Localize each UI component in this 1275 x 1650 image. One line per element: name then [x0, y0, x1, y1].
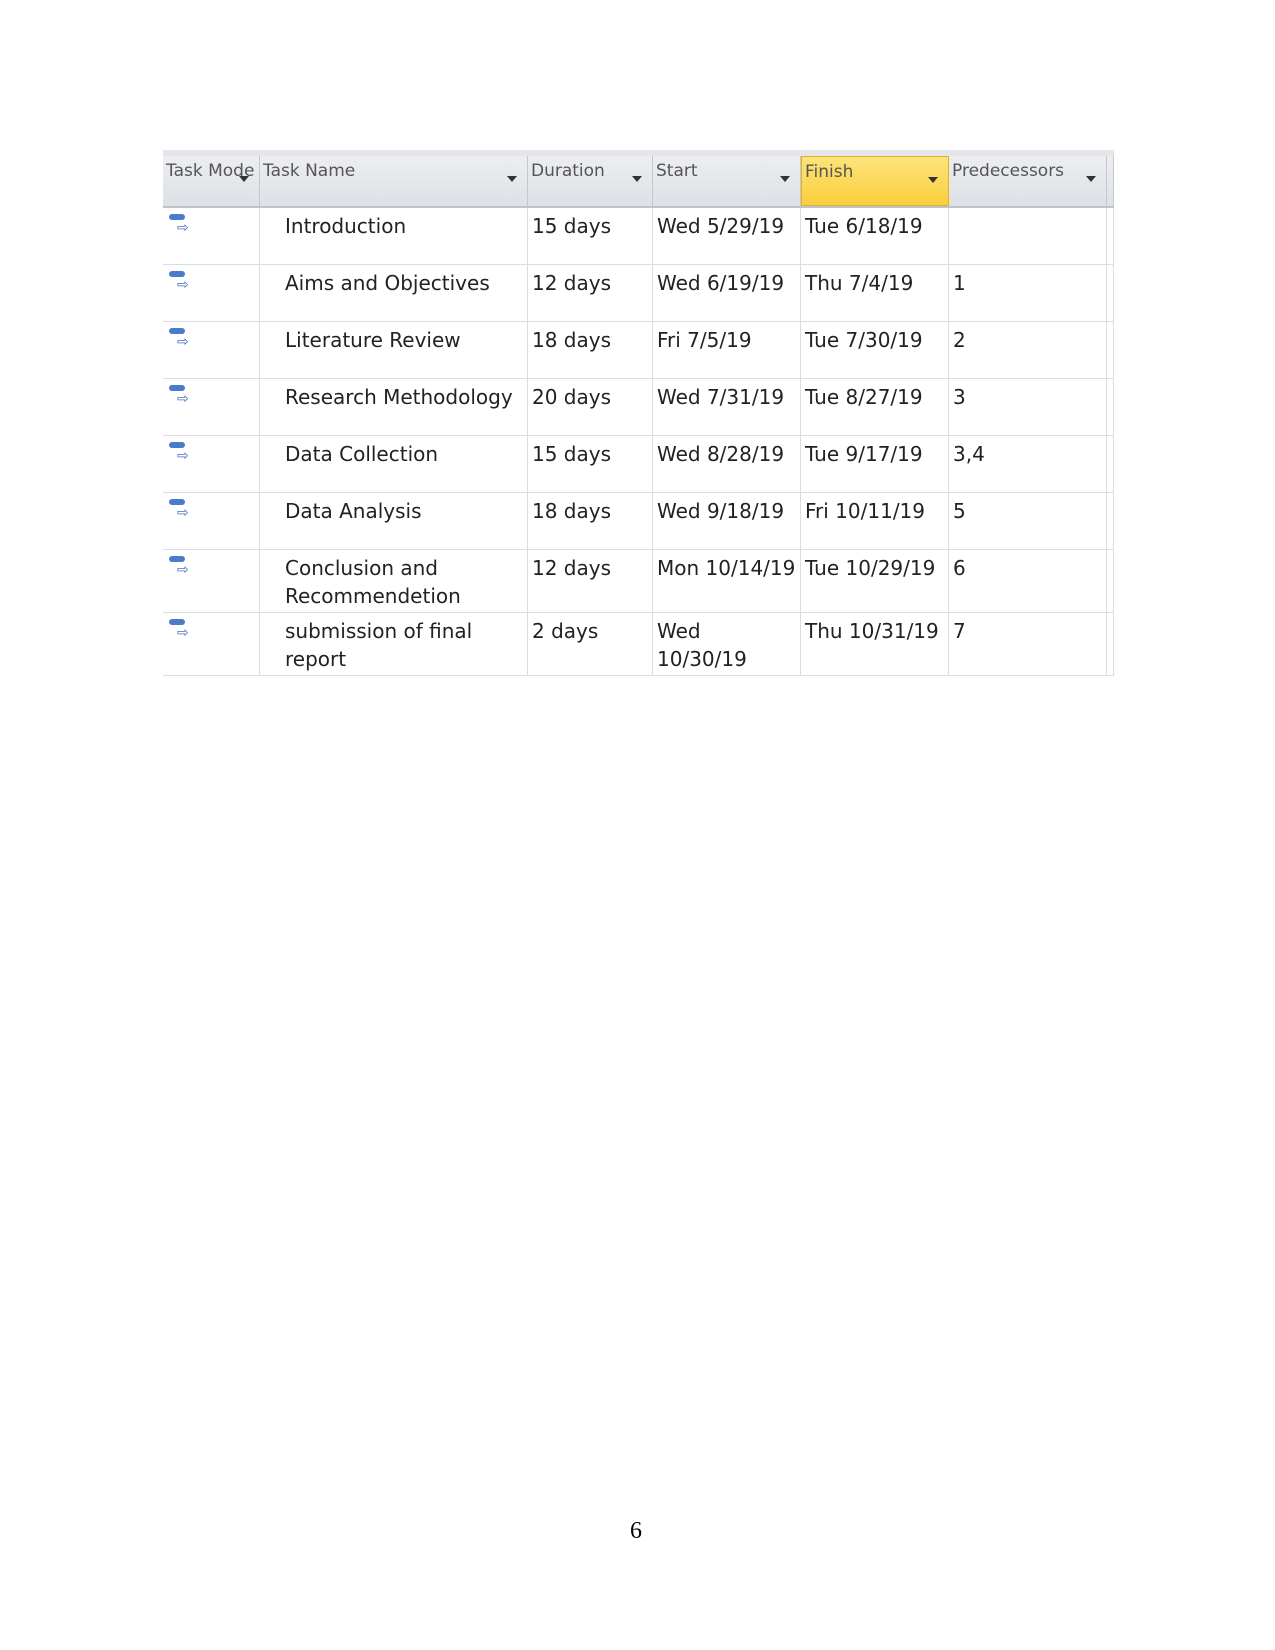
- duration-cell[interactable]: 12 days: [528, 550, 653, 612]
- header-task-name[interactable]: Task Name: [260, 156, 528, 206]
- header-label: Finish: [805, 162, 854, 182]
- header-start[interactable]: Start: [653, 156, 801, 206]
- table-row[interactable]: ⇨ submission of final report 2 days Wed …: [163, 613, 1114, 676]
- auto-scheduled-task-icon: ⇨: [167, 269, 191, 293]
- table-row[interactable]: ⇨ Literature Review 18 days Fri 7/5/19 T…: [163, 322, 1114, 379]
- header-label: Start: [656, 161, 698, 181]
- table-row[interactable]: ⇨ Conclusion and Recommendetion 12 days …: [163, 550, 1114, 613]
- predecessors-cell[interactable]: 3,4: [949, 436, 1107, 492]
- next-column-cell: [1107, 613, 1114, 675]
- header-task-mode[interactable]: Task Mode: [163, 156, 260, 206]
- next-column-cell: [1107, 436, 1114, 492]
- task-name-cell[interactable]: Introduction: [260, 208, 528, 264]
- header-finish[interactable]: Finish: [801, 156, 949, 206]
- duration-cell[interactable]: 12 days: [528, 265, 653, 321]
- table-row[interactable]: ⇨ Data Analysis 18 days Wed 9/18/19 Fri …: [163, 493, 1114, 550]
- auto-scheduled-task-icon: ⇨: [167, 554, 191, 578]
- header-next-column[interactable]: [1107, 156, 1114, 206]
- task-mode-cell[interactable]: ⇨: [163, 550, 260, 612]
- task-name-cell[interactable]: Literature Review: [260, 322, 528, 378]
- table-row[interactable]: ⇨ Research Methodology 20 days Wed 7/31/…: [163, 379, 1114, 436]
- predecessors-cell[interactable]: [949, 208, 1107, 264]
- predecessors-cell[interactable]: 7: [949, 613, 1107, 675]
- predecessors-cell[interactable]: 6: [949, 550, 1107, 612]
- next-column-cell: [1107, 493, 1114, 549]
- page-number: 6: [630, 1518, 642, 1544]
- next-column-cell: [1107, 208, 1114, 264]
- task-name-cell[interactable]: Data Analysis: [260, 493, 528, 549]
- predecessors-cell[interactable]: 5: [949, 493, 1107, 549]
- task-name-cell[interactable]: Data Collection: [260, 436, 528, 492]
- table-row[interactable]: ⇨ Data Collection 15 days Wed 8/28/19 Tu…: [163, 436, 1114, 493]
- predecessors-cell[interactable]: 1: [949, 265, 1107, 321]
- task-mode-cell[interactable]: ⇨: [163, 493, 260, 549]
- dropdown-arrow-icon[interactable]: [632, 176, 642, 182]
- header-label: Task Name: [263, 161, 356, 181]
- task-mode-cell[interactable]: ⇨: [163, 613, 260, 675]
- predecessors-cell[interactable]: 3: [949, 379, 1107, 435]
- auto-scheduled-task-icon: ⇨: [167, 497, 191, 521]
- duration-cell[interactable]: 2 days: [528, 613, 653, 675]
- start-cell[interactable]: Mon 10/14/19: [653, 550, 801, 612]
- next-column-cell: [1107, 379, 1114, 435]
- task-mode-cell[interactable]: ⇨: [163, 379, 260, 435]
- table-header: Task Mode Task Name Duration Start Finis…: [163, 156, 1114, 208]
- auto-scheduled-task-icon: ⇨: [167, 326, 191, 350]
- dropdown-arrow-icon[interactable]: [507, 176, 517, 182]
- header-label: Predecessors: [952, 161, 1065, 181]
- duration-cell[interactable]: 15 days: [528, 208, 653, 264]
- start-cell[interactable]: Wed 8/28/19: [653, 436, 801, 492]
- task-name-cell[interactable]: submission of final report: [260, 613, 528, 675]
- finish-cell[interactable]: Thu 7/4/19: [801, 265, 949, 321]
- finish-cell[interactable]: Thu 10/31/19: [801, 613, 949, 675]
- task-table: Task Mode Task Name Duration Start Finis…: [163, 150, 1114, 676]
- start-cell[interactable]: Wed 7/31/19: [653, 379, 801, 435]
- task-mode-cell[interactable]: ⇨: [163, 265, 260, 321]
- header-duration[interactable]: Duration: [528, 156, 653, 206]
- header-predecessors[interactable]: Predecessors: [949, 156, 1107, 206]
- finish-cell[interactable]: Tue 10/29/19: [801, 550, 949, 612]
- dropdown-arrow-icon[interactable]: [928, 177, 938, 183]
- dropdown-arrow-icon[interactable]: [239, 176, 249, 182]
- finish-cell[interactable]: Tue 9/17/19: [801, 436, 949, 492]
- start-cell[interactable]: Wed 9/18/19: [653, 493, 801, 549]
- duration-cell[interactable]: 20 days: [528, 379, 653, 435]
- finish-cell[interactable]: Tue 7/30/19: [801, 322, 949, 378]
- header-label: Duration: [531, 161, 605, 181]
- finish-cell[interactable]: Tue 8/27/19: [801, 379, 949, 435]
- task-name-cell[interactable]: Conclusion and Recommendetion: [260, 550, 528, 612]
- start-cell[interactable]: Wed 10/30/19: [653, 613, 801, 675]
- predecessors-cell[interactable]: 2: [949, 322, 1107, 378]
- finish-cell[interactable]: Tue 6/18/19: [801, 208, 949, 264]
- task-mode-cell[interactable]: ⇨: [163, 436, 260, 492]
- task-name-cell[interactable]: Aims and Objectives: [260, 265, 528, 321]
- auto-scheduled-task-icon: ⇨: [167, 440, 191, 464]
- auto-scheduled-task-icon: ⇨: [167, 383, 191, 407]
- dropdown-arrow-icon[interactable]: [780, 176, 790, 182]
- task-name-cell[interactable]: Research Methodology: [260, 379, 528, 435]
- table-row[interactable]: ⇨ Aims and Objectives 12 days Wed 6/19/1…: [163, 265, 1114, 322]
- table-row[interactable]: ⇨ Introduction 15 days Wed 5/29/19 Tue 6…: [163, 208, 1114, 265]
- start-cell[interactable]: Wed 6/19/19: [653, 265, 801, 321]
- finish-cell[interactable]: Fri 10/11/19: [801, 493, 949, 549]
- next-column-cell: [1107, 550, 1114, 612]
- next-column-cell: [1107, 322, 1114, 378]
- next-column-cell: [1107, 265, 1114, 321]
- task-mode-cell[interactable]: ⇨: [163, 322, 260, 378]
- duration-cell[interactable]: 15 days: [528, 436, 653, 492]
- task-mode-cell[interactable]: ⇨: [163, 208, 260, 264]
- start-cell[interactable]: Fri 7/5/19: [653, 322, 801, 378]
- dropdown-arrow-icon[interactable]: [1086, 176, 1096, 182]
- auto-scheduled-task-icon: ⇨: [167, 212, 191, 236]
- duration-cell[interactable]: 18 days: [528, 493, 653, 549]
- document-page: Task Mode Task Name Duration Start Finis…: [0, 0, 1275, 1650]
- auto-scheduled-task-icon: ⇨: [167, 617, 191, 641]
- duration-cell[interactable]: 18 days: [528, 322, 653, 378]
- start-cell[interactable]: Wed 5/29/19: [653, 208, 801, 264]
